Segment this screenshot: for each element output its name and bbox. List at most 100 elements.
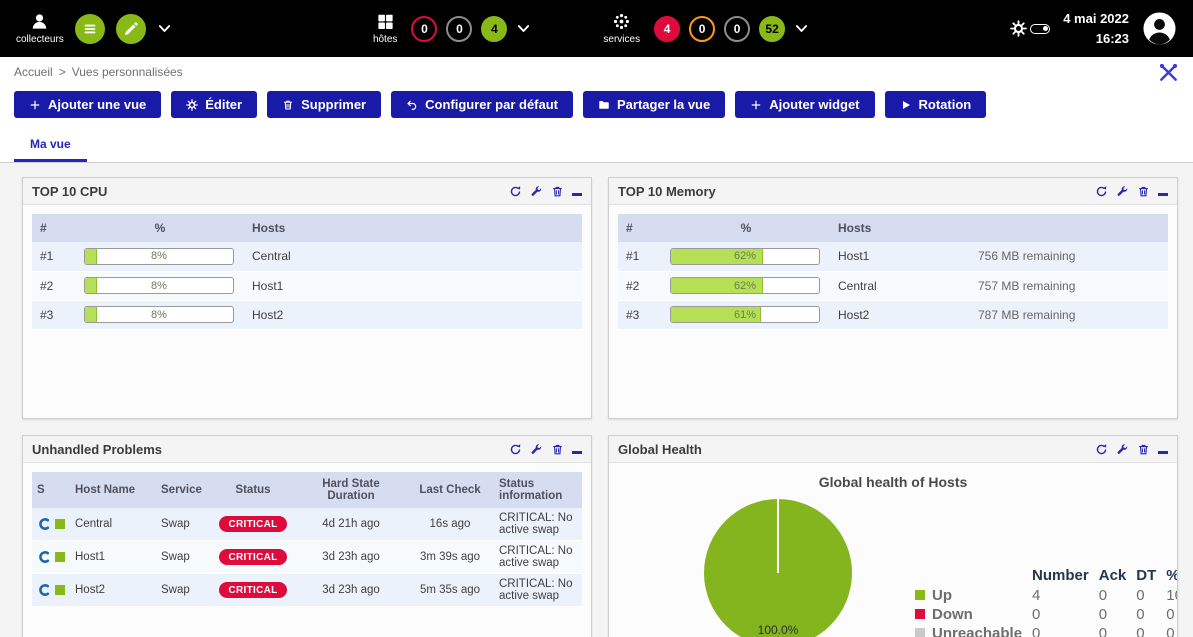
services-critical-badge[interactable]: 4 [654,16,680,42]
legend-label: Down [932,606,973,623]
widget-title: TOP 10 Memory [618,184,716,199]
pie-slice-up: 100.0% [704,499,852,637]
toggle-pill-icon [1030,24,1050,34]
poller-list-button[interactable] [75,14,105,44]
breadcrumb: Accueil > Vues personnalisées [0,57,1193,87]
host-cell[interactable]: Host2 [244,300,582,329]
refresh-icon[interactable] [509,185,522,198]
minimize-icon[interactable] [572,451,582,454]
centreon-logo-icon[interactable] [37,550,51,564]
wrench-icon[interactable] [530,443,543,456]
legend-ack: 0 [1094,624,1132,637]
edit-view-button[interactable]: Éditer [171,91,257,118]
legend-label: Unreachable [932,625,1022,637]
services-chevron-down-icon[interactable] [794,21,809,36]
minimize-icon[interactable] [1158,193,1168,196]
refresh-icon[interactable] [1095,443,1108,456]
pollers-chevron-down-icon[interactable] [157,21,172,36]
minimize-icon[interactable] [1158,451,1168,454]
hosts-menu[interactable]: hôtes [373,12,397,45]
host-cell[interactable]: Host1 [830,242,970,271]
host-cell[interactable]: Host1 [244,271,582,300]
hosts-down-badge[interactable]: 0 [411,16,437,42]
centreon-logo-icon[interactable] [37,517,51,531]
table-row: Host1 Swap CRITICAL 3d 23h ago 3m 39s ag… [32,541,582,574]
current-date: 4 mai 2022 [1063,9,1129,29]
legend-dt: 0 [1131,586,1161,605]
legend-dt: 0 [1131,605,1161,624]
rotation-button[interactable]: Rotation [885,91,987,118]
pollers-menu[interactable]: collecteurs [16,12,64,45]
breadcrumb-separator: > [59,65,66,79]
delete-view-button[interactable]: Supprimer [267,91,381,118]
host-up-square-icon [55,585,65,595]
wrench-icon[interactable] [1116,443,1129,456]
services-warning-badge[interactable]: 0 [689,16,715,42]
add-widget-button[interactable]: Ajouter widget [735,91,874,118]
memory-progress-bar: 61% [670,306,820,323]
rank-cell: #1 [32,242,76,271]
pie-value-label: 100.0% [704,623,852,637]
widget-title: Global Health [618,442,702,457]
service-cell[interactable]: Swap [156,508,210,541]
poller-person-icon [30,12,49,31]
services-icon [612,12,631,31]
services-menu[interactable]: services [603,12,640,45]
hosts-up-badge[interactable]: 4 [481,16,507,42]
wrench-icon[interactable] [1116,185,1129,198]
add-view-button[interactable]: Ajouter une vue [14,91,161,118]
trash-icon[interactable] [551,443,564,456]
trash-icon[interactable] [1137,185,1150,198]
hosts-chevron-down-icon[interactable] [516,21,531,36]
tab-my-view[interactable]: Ma vue [14,130,87,162]
host-cell[interactable]: Central [830,271,970,300]
col-host-name: Host Name [70,472,156,508]
host-cell[interactable]: Host2 [830,300,970,329]
host-cell[interactable]: Host2 [70,574,156,607]
duration-cell: 3d 23h ago [296,574,406,607]
memory-progress-bar: 62% [670,277,820,294]
tools-icon[interactable] [1158,62,1179,83]
host-cell[interactable]: Host1 [70,541,156,574]
host-cell[interactable]: Central [244,242,582,271]
legend-label: Up [932,587,952,604]
refresh-icon[interactable] [509,443,522,456]
breadcrumb-home-link[interactable]: Accueil [14,65,53,79]
services-ok-badge[interactable]: 52 [759,16,785,42]
rank-cell: #2 [32,271,76,300]
service-cell[interactable]: Swap [156,574,210,607]
cpu-progress-bar: 8% [84,306,234,323]
poller-edit-button[interactable] [116,14,146,44]
services-unknown-badge[interactable]: 0 [724,16,750,42]
legend-col-number: Number [1027,567,1094,586]
progress-label: 8% [85,307,233,322]
col-hosts: Hosts [830,214,970,242]
hosts-unreachable-badge[interactable]: 0 [446,16,472,42]
col-percent: % [662,214,830,242]
legend-number: 0 [1027,624,1094,637]
service-cell[interactable]: Swap [156,541,210,574]
legend-swatch-up-icon [915,590,925,600]
rank-cell: #3 [32,300,76,329]
memory-remaining: 757 MB remaining [970,271,1168,300]
widget-top10-memory: TOP 10 Memory # % Hosts #1 62% Host1 [608,177,1178,419]
minimize-icon[interactable] [572,193,582,196]
centreon-logo-icon[interactable] [37,583,51,597]
wrench-icon[interactable] [530,185,543,198]
status-info-cell: CRITICAL: No active swap [494,541,582,574]
list-icon [82,21,98,37]
trash-icon[interactable] [551,185,564,198]
share-view-button[interactable]: Partager la vue [583,91,725,118]
widget-global-health: Global Health Global health of Hosts 100… [608,435,1178,637]
refresh-icon[interactable] [1095,185,1108,198]
settings-toggle[interactable] [1010,20,1050,37]
table-header-row: S Host Name Service Status Hard State Du… [32,472,582,508]
set-default-button[interactable]: Configurer par défaut [391,91,573,118]
legend-row: Unreachable 0 0 0 0 [910,624,1178,637]
legend-pct: 100 [1161,586,1178,605]
host-cell[interactable]: Central [70,508,156,541]
user-avatar[interactable] [1142,11,1177,46]
chart-title: Global health of Hosts [609,474,1177,490]
trash-icon[interactable] [1137,443,1150,456]
progress-label: 8% [85,249,233,264]
